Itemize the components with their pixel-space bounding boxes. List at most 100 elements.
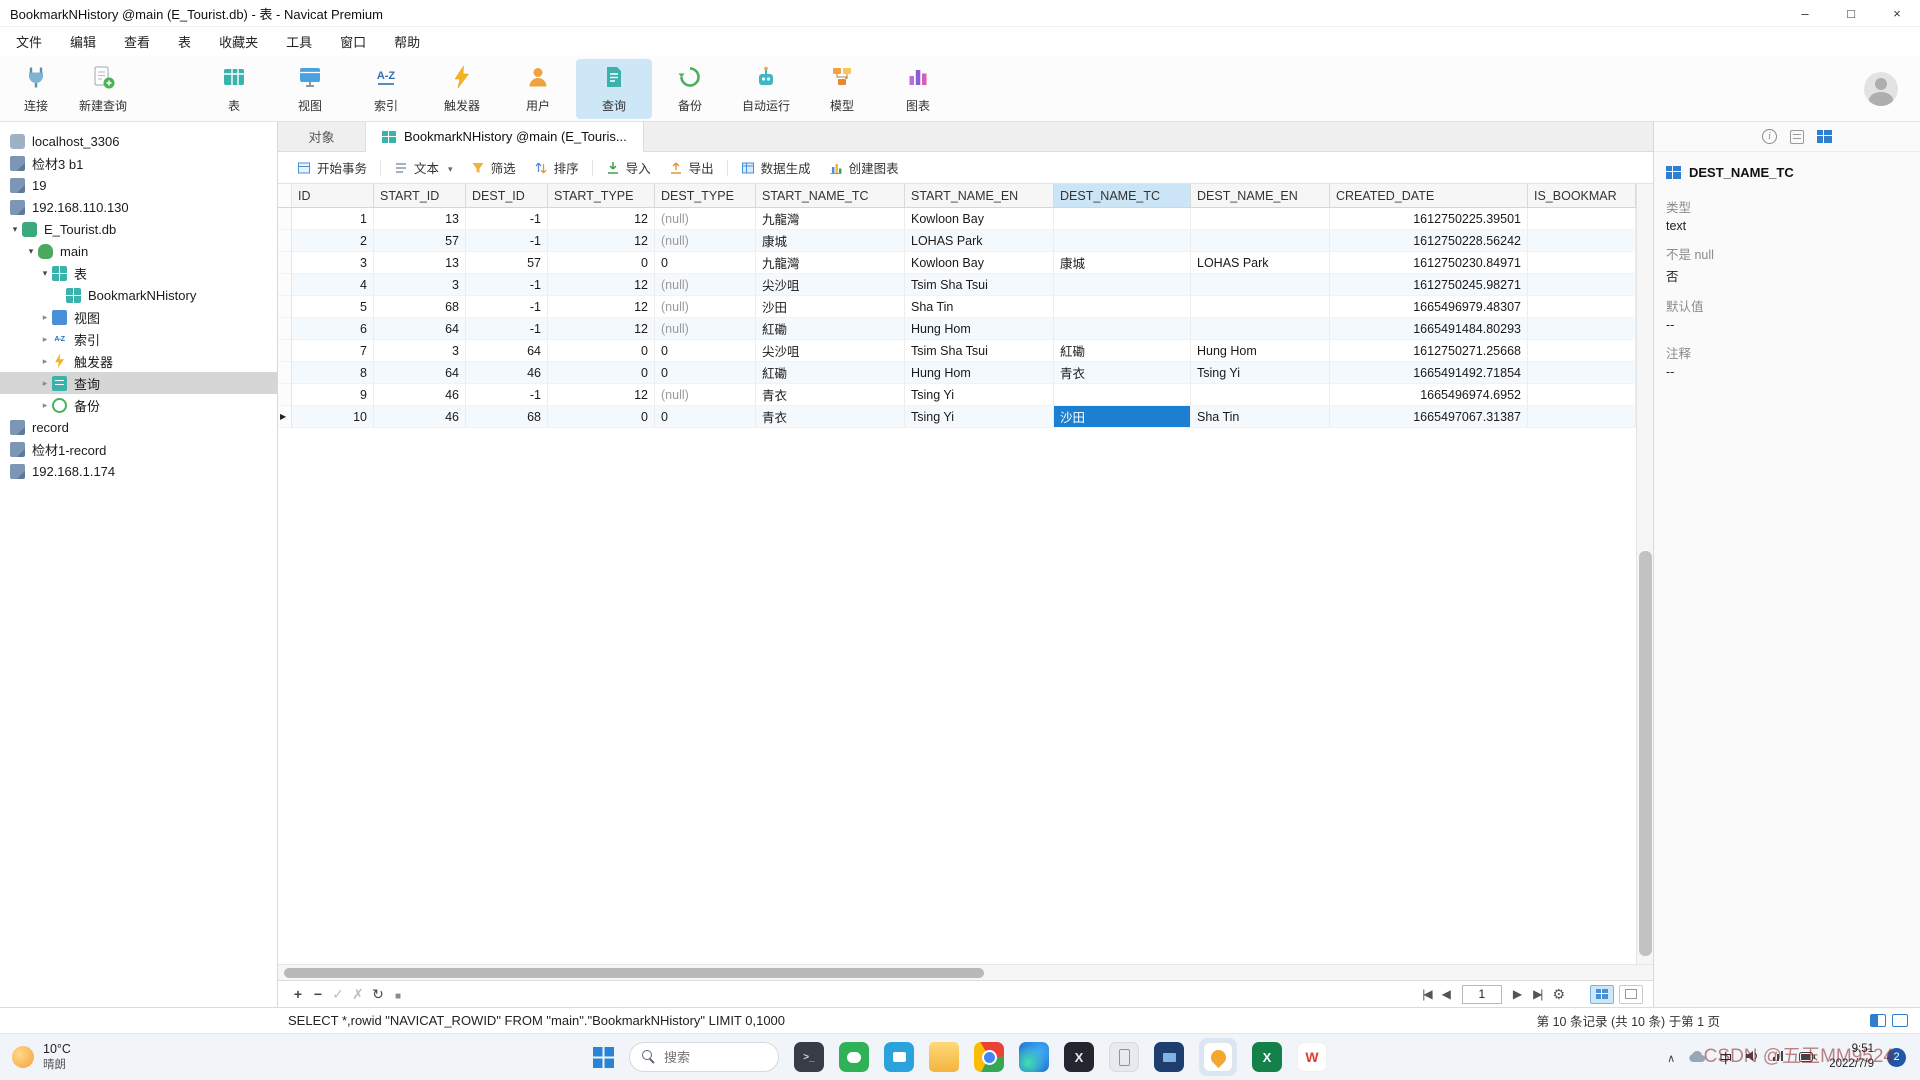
sidebar-item-triggers[interactable]: 触发器 bbox=[0, 350, 277, 372]
horizontal-scrollbar-thumb[interactable] bbox=[284, 968, 984, 978]
cell[interactable]: Tsing Yi bbox=[905, 406, 1054, 428]
cell[interactable] bbox=[1528, 340, 1636, 362]
table-row[interactable]: 8644600紅磡Hung Hom青衣Tsing Yi1665491492.71… bbox=[278, 362, 1653, 384]
cell[interactable]: 1612750271.25668 bbox=[1330, 340, 1528, 362]
cell[interactable]: 紅磡 bbox=[1054, 340, 1191, 362]
cell[interactable]: (null) bbox=[655, 296, 756, 318]
cell[interactable]: 12 bbox=[548, 296, 655, 318]
cell[interactable]: 1665496979.48307 bbox=[1330, 296, 1528, 318]
cell[interactable]: 9 bbox=[292, 384, 374, 406]
cell[interactable]: (null) bbox=[655, 384, 756, 406]
cell[interactable]: 64 bbox=[374, 362, 466, 384]
cell[interactable]: 九龍灣 bbox=[756, 252, 905, 274]
cell[interactable]: 1612750230.84971 bbox=[1330, 252, 1528, 274]
cell[interactable]: -1 bbox=[466, 384, 548, 406]
cell[interactable]: 1665496974.6952 bbox=[1330, 384, 1528, 406]
cell[interactable]: 12 bbox=[548, 274, 655, 296]
cell[interactable]: 8 bbox=[292, 362, 374, 384]
navicat-app-icon[interactable] bbox=[1203, 1042, 1233, 1072]
cell[interactable] bbox=[1528, 362, 1636, 384]
cell[interactable]: 1665491492.71854 bbox=[1330, 362, 1528, 384]
chevron-right-icon[interactable] bbox=[38, 372, 52, 394]
cell[interactable]: 0 bbox=[548, 340, 655, 362]
sidebar-item-tables[interactable]: 表 bbox=[0, 262, 277, 284]
cell[interactable]: 3 bbox=[292, 252, 374, 274]
cell[interactable]: 6 bbox=[292, 318, 374, 340]
sidebar-item-192-168-1-174[interactable]: 192.168.1.174 bbox=[0, 460, 277, 482]
cell[interactable]: 10 bbox=[292, 406, 374, 428]
cell[interactable]: 1612750225.39501 bbox=[1330, 208, 1528, 230]
cell[interactable]: 青衣 bbox=[1054, 362, 1191, 384]
indexes-button[interactable]: A-Z 索引 bbox=[348, 59, 424, 119]
cell[interactable]: 0 bbox=[548, 406, 655, 428]
info-icon[interactable] bbox=[1762, 129, 1777, 144]
dark-app-icon[interactable] bbox=[1064, 1042, 1094, 1072]
filter-button[interactable]: 筛选 bbox=[462, 156, 525, 180]
sidebar-item-record[interactable]: record bbox=[0, 416, 277, 438]
cell[interactable]: (null) bbox=[655, 208, 756, 230]
cell[interactable]: 0 bbox=[548, 252, 655, 274]
cell[interactable]: LOHAS Park bbox=[1191, 252, 1330, 274]
cell[interactable]: Kowloon Bay bbox=[905, 208, 1054, 230]
last-page-icon[interactable] bbox=[1533, 987, 1541, 1001]
sidebar-item-queries[interactable]: 查询 bbox=[0, 372, 277, 394]
create-chart-button[interactable]: 创建图表 bbox=[820, 156, 908, 180]
table-row[interactable]: 257-112(null)康城LOHAS Park1612750228.5624… bbox=[278, 230, 1653, 252]
cell[interactable]: 4 bbox=[292, 274, 374, 296]
user-avatar[interactable] bbox=[1864, 72, 1898, 106]
cell[interactable]: 57 bbox=[466, 252, 548, 274]
sidebar-item-jiancai3-b1[interactable]: 检材3 b1 bbox=[0, 152, 277, 174]
table-row[interactable]: 3135700九龍灣Kowloon Bay康城LOHAS Park1612750… bbox=[278, 252, 1653, 274]
first-page-icon[interactable] bbox=[1422, 987, 1430, 1001]
table-row[interactable]: 736400尖沙咀Tsim Sha Tsui紅磡Hung Hom16127502… bbox=[278, 340, 1653, 362]
export-button[interactable]: 导出 bbox=[660, 156, 723, 180]
cell[interactable]: 紅磡 bbox=[756, 318, 905, 340]
chevron-right-icon[interactable] bbox=[38, 394, 52, 416]
menu-tools[interactable]: 工具 bbox=[272, 27, 326, 56]
cell[interactable] bbox=[1528, 318, 1636, 340]
new-query-button[interactable]: 新建查询 bbox=[64, 59, 142, 119]
cell[interactable]: 12 bbox=[548, 208, 655, 230]
column-header-start-type[interactable]: START_TYPE bbox=[548, 184, 655, 207]
cell[interactable]: 12 bbox=[548, 318, 655, 340]
discard-changes-icon[interactable] bbox=[348, 986, 368, 1003]
cell[interactable] bbox=[1191, 296, 1330, 318]
menu-favorites[interactable]: 收藏夹 bbox=[205, 27, 272, 56]
users-button[interactable]: 用户 bbox=[500, 59, 576, 119]
cell[interactable]: 九龍灣 bbox=[756, 208, 905, 230]
cell[interactable]: Hung Hom bbox=[1191, 340, 1330, 362]
cell[interactable] bbox=[1054, 230, 1191, 252]
add-record-icon[interactable] bbox=[288, 986, 308, 1002]
cell[interactable]: 1665497067.31387 bbox=[1330, 406, 1528, 428]
import-button[interactable]: 导入 bbox=[597, 156, 660, 180]
chevron-right-icon[interactable] bbox=[38, 350, 52, 372]
chevron-down-icon[interactable] bbox=[24, 240, 38, 262]
menu-window[interactable]: 窗口 bbox=[326, 27, 380, 56]
sidebar-item-jiancai1-record[interactable]: 检材1-record bbox=[0, 438, 277, 460]
chrome-icon[interactable] bbox=[974, 1042, 1004, 1072]
cell[interactable]: 1612750245.98271 bbox=[1330, 274, 1528, 296]
cell[interactable]: 1612750228.56242 bbox=[1330, 230, 1528, 252]
tray-expand-icon[interactable] bbox=[1667, 1050, 1675, 1065]
column-header-start-name-en[interactable]: START_NAME_EN bbox=[905, 184, 1054, 207]
cell[interactable]: -1 bbox=[466, 208, 548, 230]
cell[interactable]: Tsim Sha Tsui bbox=[905, 274, 1054, 296]
menu-file[interactable]: 文件 bbox=[2, 27, 56, 56]
begin-transaction-button[interactable]: 开始事务 bbox=[288, 156, 376, 180]
cell[interactable] bbox=[1191, 318, 1330, 340]
minimize-button[interactable]: – bbox=[1782, 0, 1828, 26]
cell[interactable]: Sha Tin bbox=[1191, 406, 1330, 428]
cell[interactable]: Tsing Yi bbox=[905, 384, 1054, 406]
column-header-dest-id[interactable]: DEST_ID bbox=[466, 184, 548, 207]
cell[interactable]: 3 bbox=[374, 274, 466, 296]
chevron-down-icon[interactable] bbox=[38, 262, 52, 284]
cell[interactable]: Hung Hom bbox=[905, 362, 1054, 384]
cell[interactable]: 0 bbox=[548, 362, 655, 384]
cell[interactable] bbox=[1191, 230, 1330, 252]
cell[interactable] bbox=[1054, 296, 1191, 318]
menu-view[interactable]: 查看 bbox=[110, 27, 164, 56]
sidebar-item-views[interactable]: 视图 bbox=[0, 306, 277, 328]
cell[interactable]: 3 bbox=[374, 340, 466, 362]
column-header-created-date[interactable]: CREATED_DATE bbox=[1330, 184, 1528, 207]
wps-icon[interactable] bbox=[1297, 1042, 1327, 1072]
